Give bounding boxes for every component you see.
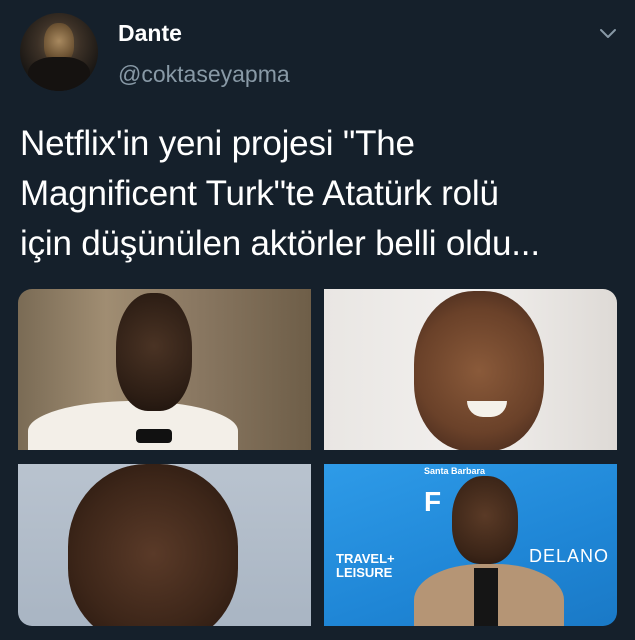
user-handle[interactable]: @coktaseyapma xyxy=(118,61,290,88)
photo-shirt xyxy=(474,568,498,626)
photo-actor-1[interactable] xyxy=(18,289,311,450)
media-grid: Santa Barbara F TRAVEL+ LEISURE DELANO xyxy=(18,289,617,626)
photo-face xyxy=(68,464,238,626)
display-name[interactable]: Dante xyxy=(118,20,182,47)
backdrop-logo-delano: DELANO xyxy=(529,546,610,566)
chevron-down-icon[interactable] xyxy=(598,26,618,42)
photo-face xyxy=(452,476,518,564)
tweet-text: Netflix'in yeni projesi "The Magnificent… xyxy=(20,119,625,269)
bow-tie xyxy=(136,429,172,443)
photo-actor-3[interactable] xyxy=(18,464,311,626)
backdrop-logo-travel-leisure: TRAVEL+ LEISURE xyxy=(336,551,395,580)
photo-face xyxy=(116,293,192,411)
photo-actor-4[interactable]: Santa Barbara F TRAVEL+ LEISURE DELANO xyxy=(324,464,617,626)
photo-suit xyxy=(28,401,238,450)
tweet-text-line: Magnificent Turk"te Atatürk rolü xyxy=(20,174,499,213)
photo-actor-2[interactable] xyxy=(324,289,617,450)
photo-face xyxy=(414,291,544,450)
backdrop-logo-santa-barbara: Santa Barbara xyxy=(424,466,486,476)
tweet-text-line: Netflix'in yeni projesi "The xyxy=(20,124,415,163)
backdrop-logo-festival: F xyxy=(424,486,442,517)
avatar[interactable] xyxy=(20,13,98,91)
tweet-text-line: için düşünülen aktörler belli oldu... xyxy=(20,224,540,263)
avatar-body xyxy=(28,57,90,91)
